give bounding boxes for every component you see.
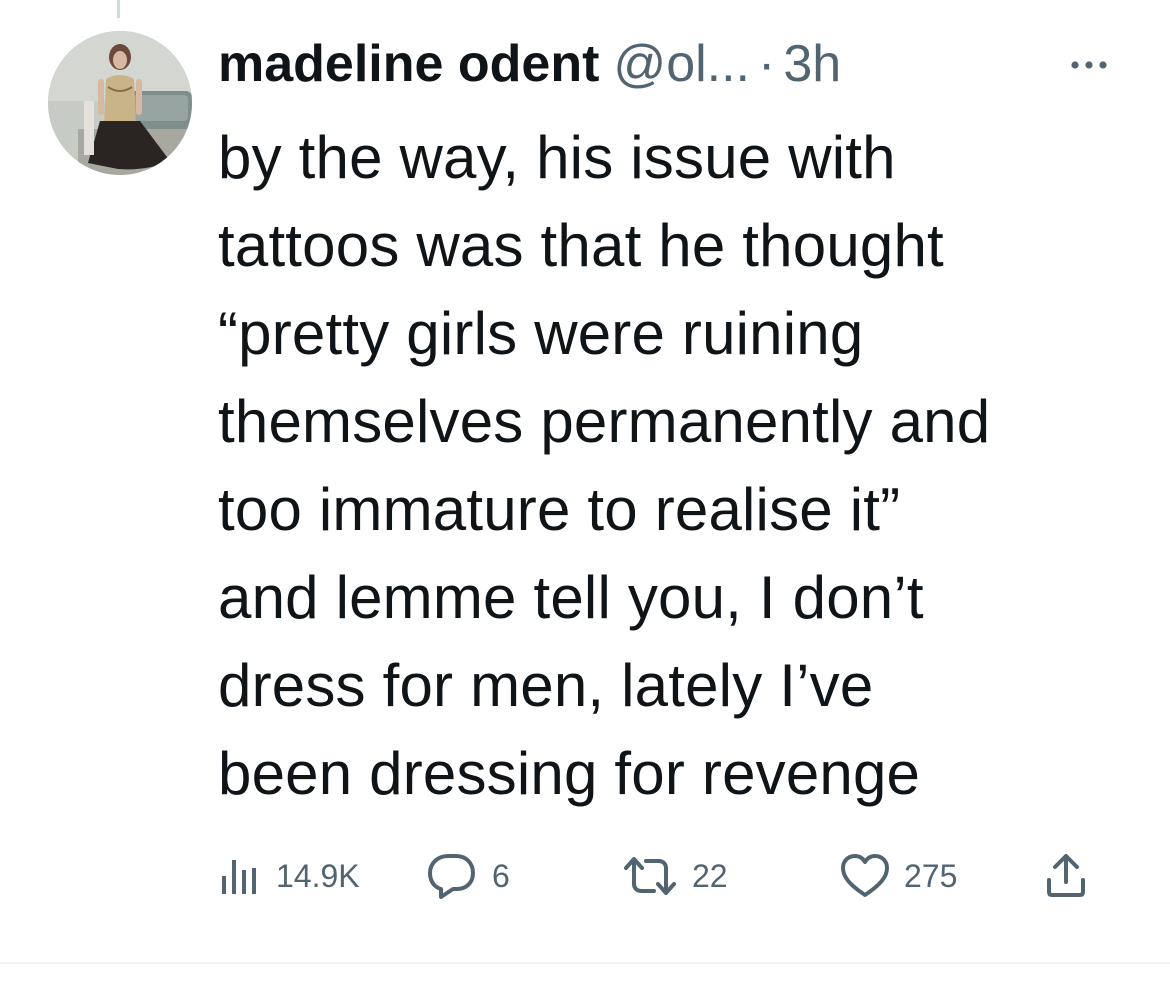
tweet-header: madeline odent @ol... · 3h bbox=[218, 28, 841, 100]
reply-button[interactable]: 6 bbox=[426, 848, 510, 904]
replies-count: 6 bbox=[492, 857, 510, 894]
retweet-icon bbox=[624, 857, 676, 895]
views-count: 14.9K bbox=[276, 857, 360, 894]
more-horizontal-icon bbox=[1071, 61, 1107, 69]
share-button[interactable] bbox=[1044, 848, 1088, 904]
user-handle[interactable]: @ol... bbox=[613, 28, 750, 100]
heart-icon bbox=[841, 854, 889, 897]
separator-dot: · bbox=[758, 35, 776, 93]
tweet-container: madeline odent @ol... · 3h by the way, h… bbox=[0, 0, 1170, 996]
retweets-count: 22 bbox=[692, 857, 728, 894]
tweet-divider bbox=[0, 962, 1170, 964]
retweet-button[interactable]: 22 bbox=[622, 848, 728, 904]
profile-photo bbox=[48, 31, 192, 175]
display-name[interactable]: madeline odent bbox=[218, 28, 599, 100]
thread-connector-line bbox=[117, 0, 120, 18]
avatar[interactable] bbox=[48, 31, 192, 175]
more-options-button[interactable] bbox=[1060, 50, 1118, 80]
analytics-icon bbox=[222, 860, 256, 894]
likes-count: 275 bbox=[904, 857, 958, 894]
tweet-text: by the way, his issue with tattoos was t… bbox=[218, 124, 991, 807]
like-button[interactable]: 275 bbox=[840, 848, 957, 904]
timestamp[interactable]: 3h bbox=[783, 28, 841, 100]
views-button[interactable]: 14.9K bbox=[218, 848, 360, 904]
reply-icon bbox=[428, 854, 475, 899]
share-icon bbox=[1047, 854, 1085, 897]
tweet-actions-bar: 14.9K 6 22 275 bbox=[218, 848, 1098, 904]
